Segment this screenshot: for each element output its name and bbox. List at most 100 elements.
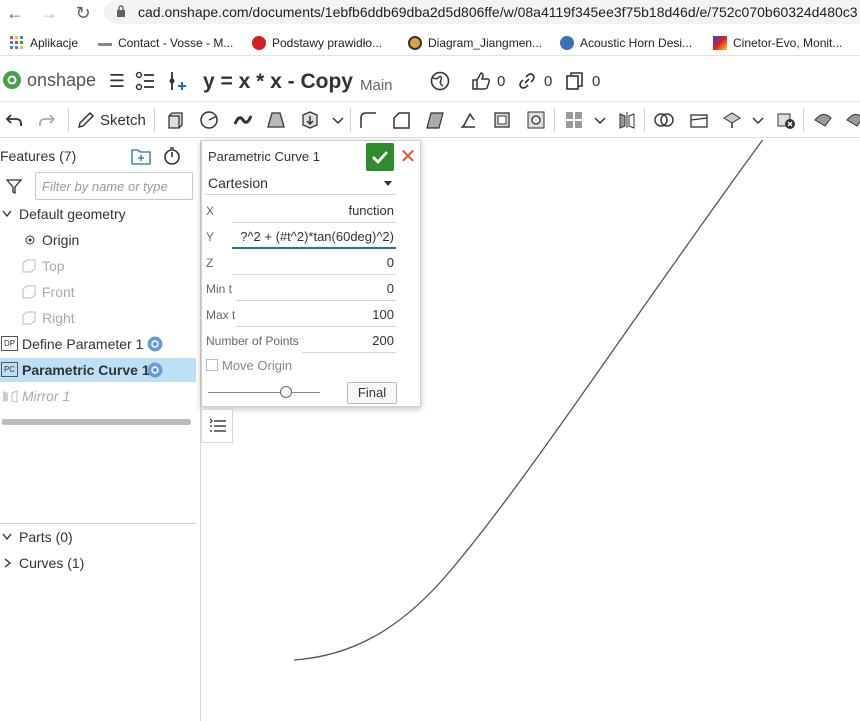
branch-label[interactable]: Main [360,77,393,94]
field-value[interactable]: 0 [387,255,394,270]
tree-item-origin[interactable]: Origin [0,228,196,252]
accept-button[interactable] [366,143,394,171]
chevron-right-icon[interactable] [4,558,12,568]
toolbar-divider [644,108,645,132]
field-label: Min t [206,282,233,296]
mirror-icon[interactable] [617,110,637,130]
filter-input[interactable]: Filter by name or type [35,172,193,200]
tree-item-front-plane[interactable]: Front [0,280,196,304]
feature-list-icon[interactable] [134,70,156,92]
cancel-button[interactable]: ✕ [398,145,418,169]
revolve-icon[interactable] [199,110,219,130]
transform-icon[interactable] [722,110,742,130]
bookmark-label: Cinetor-Evo, Monit... [733,36,843,50]
insert-icon[interactable] [166,70,188,92]
redo-icon[interactable] [37,110,57,130]
hole-icon[interactable] [526,110,546,130]
field-value[interactable]: 200 [372,333,394,348]
modify-fillet-icon[interactable] [813,110,833,130]
toolbar-divider [68,108,69,132]
bookmark-label: Aplikacje [30,36,79,50]
like-icon[interactable] [470,70,492,92]
tree-item-mirror[interactable]: Mirror 1 [0,384,196,408]
chevron-down-icon[interactable] [2,210,12,218]
tree-item-top-plane[interactable]: Top [0,254,196,278]
fillet-icon[interactable] [358,110,378,130]
min-t-field[interactable]: Min t 0 [206,277,396,301]
split-icon[interactable] [689,110,709,130]
field-value[interactable]: 0 [387,281,394,296]
move-origin-checkbox[interactable] [206,359,218,371]
tree-curves[interactable]: Curves (1) [0,551,196,575]
chevron-down-icon[interactable] [590,110,610,130]
field-underline [236,326,396,327]
rollback-timer-icon[interactable] [162,146,182,166]
field-value[interactable]: function [348,203,394,218]
thicken-icon[interactable] [300,110,320,130]
extrude-icon[interactable] [165,110,185,130]
chevron-down-icon[interactable] [328,110,348,130]
filter-icon[interactable] [6,178,22,194]
tree-item-define-parameter[interactable]: DP Define Parameter 1 [0,332,196,356]
field-value[interactable]: ?^2 + (#t^2)*tan(60deg)^2) [240,229,394,244]
tree-label: Define Parameter 1 [22,336,144,352]
tree-parts[interactable]: Parts (0) [0,525,196,549]
bookmark-acoustic[interactable]: Acoustic Horn Desi... [560,34,692,52]
tree-default-geometry[interactable]: Default geometry [0,202,196,226]
x-field[interactable]: X function [206,199,396,223]
onshape-logo-icon[interactable] [2,70,22,90]
bookmark-cinetor[interactable]: Cinetor-Evo, Monit... [713,34,842,52]
sweep-icon[interactable] [233,110,253,130]
sketch-button[interactable]: Sketch [100,112,146,129]
forward-icon[interactable]: → [38,2,60,24]
delete-part-icon[interactable] [776,110,796,130]
back-icon[interactable]: ← [4,2,26,24]
field-value[interactable]: 100 [372,307,394,322]
y-field[interactable]: Y ?^2 + (#t^2)*tan(60deg)^2) [206,225,396,249]
tree-label: Parametric Curve 1 [22,362,150,378]
copy-icon[interactable] [564,70,586,92]
define-parameter-icon: DP [1,336,18,351]
shell-icon[interactable] [492,110,512,130]
pdf-icon [252,36,266,50]
coordinate-mode-select[interactable]: Cartesion [206,171,396,195]
section-divider [0,523,196,524]
rib-icon[interactable] [458,110,478,130]
preview-slider-knob[interactable] [280,386,293,398]
boolean-icon[interactable] [654,110,674,130]
tree-item-parametric-curve[interactable]: PC Parametric Curve 1 [0,358,196,382]
loft-icon[interactable] [266,110,286,130]
field-underline [302,352,396,353]
bookmark-apps[interactable]: Aplikacje [10,34,78,52]
info-icon[interactable] [147,362,163,378]
more-tools-icon[interactable] [845,110,860,130]
max-t-field[interactable]: Max t 100 [206,303,396,327]
final-button[interactable]: Final [347,382,397,404]
chamfer-icon[interactable] [391,110,411,130]
feature-list-toggle[interactable] [201,409,233,443]
globe-icon[interactable] [429,70,451,92]
pattern-icon[interactable] [564,110,584,130]
number-of-points-field[interactable]: Number of Points 200 [206,329,396,353]
menu-icon[interactable]: ☰ [106,70,128,92]
chevron-down-icon[interactable] [2,533,12,541]
undo-icon[interactable] [4,110,24,130]
tree-item-right-plane[interactable]: Right [0,306,196,330]
z-field[interactable]: Z 0 [206,251,396,275]
reload-icon[interactable]: ↻ [72,2,94,24]
add-folder-icon[interactable] [131,147,151,165]
feature-list-scrollbar[interactable] [2,419,191,425]
preview-slider-track[interactable] [208,392,320,393]
document-title[interactable]: y = x * x - Copy [203,70,353,94]
chevron-down-icon[interactable] [748,110,768,130]
info-icon[interactable] [147,336,163,352]
link-icon[interactable] [516,70,538,92]
bookmark-diagram[interactable]: Diagram_Jiangmen... [408,34,542,52]
pencil-icon[interactable] [76,110,96,130]
bookmark-vosse[interactable]: Contact - Vosse - M... [98,34,233,52]
address-bar[interactable]: cad.onshape.com/documents/1ebfb6ddb69dba… [104,0,860,24]
browser-address-row: ← → ↻ cad.onshape.com/documents/1ebfb6dd… [0,0,860,28]
draft-icon[interactable] [425,110,445,130]
bookmark-podstawy[interactable]: Podstawy prawidło... [252,34,382,52]
bookmark-label: Acoustic Horn Desi... [580,36,693,50]
